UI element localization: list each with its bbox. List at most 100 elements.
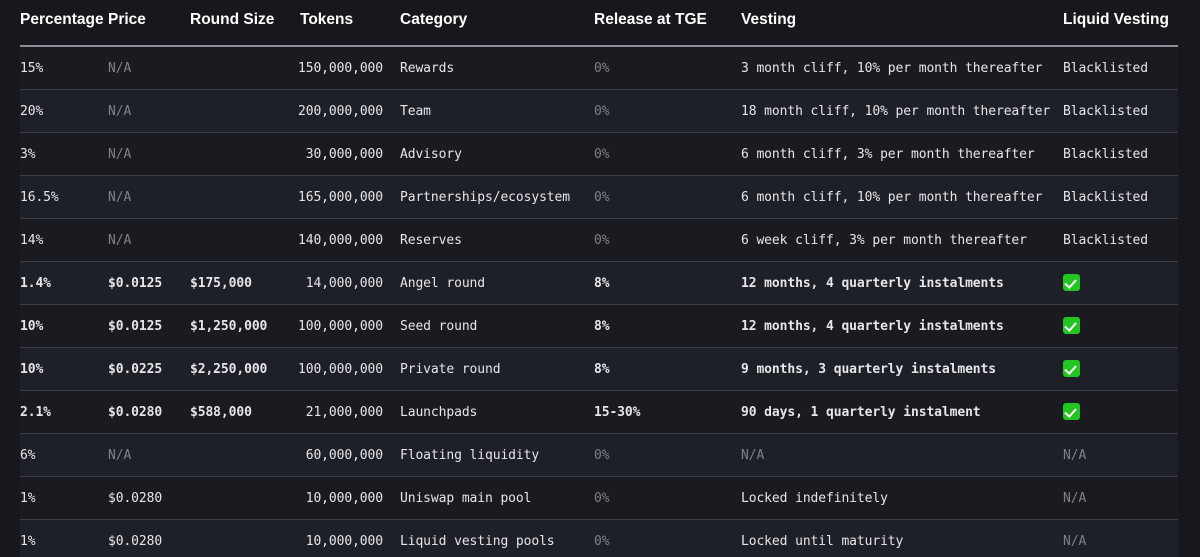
cell-release-at-tge: 8% [592,304,732,348]
cell-liquid-vesting: Blacklisted [1052,218,1178,262]
cell-release-at-tge: 0% [592,433,732,477]
cell-round-size: $1,250,000 [190,304,290,348]
column-header-category[interactable]: Category [400,0,592,47]
cell-category: Launchpads [400,390,592,434]
check-mark-icon [1063,274,1080,291]
column-header-liquid-vesting[interactable]: Liquid Vesting [1052,0,1178,47]
cell-release-at-tge: 0% [592,218,732,262]
cell-vesting: 90 days, 1 quarterly instalment [732,390,1052,434]
cell-vesting: 6 month cliff, 3% per month thereafter [732,132,1052,176]
cell-percentage: 1.4% [20,261,108,305]
cell-percentage: 15% [20,46,108,90]
table-row[interactable]: 1.4% $0.0125 $175,000 14,000,000 Angel round… [20,261,1178,305]
cell-percentage: 14% [20,218,108,262]
table-row[interactable]: 2.1% $0.0280 $588,000 21,000,000 Launchpads 1… [20,390,1178,434]
cell-tokens: 10,000,000 [290,519,400,557]
cell-category: Partnerships/ecosystem [400,175,592,219]
cell-liquid-vesting [1052,261,1178,305]
cell-price: $0.0280 [108,390,190,434]
cell-liquid-vesting: N/A [1052,433,1178,477]
cell-percentage: 16.5% [20,175,108,219]
cell-tokens: 10,000,000 [290,476,400,520]
cell-price: $0.0125 [108,261,190,305]
cell-percentage: 10% [20,347,108,391]
column-header-tokens[interactable]: Tokens [290,0,400,47]
cell-round-size [190,476,290,520]
cell-round-size: $2,250,000 [190,347,290,391]
tokenomics-table-container: Percentage Price Round Size Tokens Categ… [0,0,1200,557]
cell-tokens: 21,000,000 [290,390,400,434]
table-row[interactable]: 3% N/A 30,000,000 Advisory 0% 6 month cliff, … [20,132,1178,176]
cell-release-at-tge: 8% [592,261,732,305]
cell-release-at-tge: 0% [592,175,732,219]
cell-release-at-tge: 0% [592,46,732,90]
cell-percentage: 20% [20,89,108,133]
table-row[interactable]: 14% N/A 140,000,000 Reserves 0% 6 week cliff,… [20,218,1178,262]
cell-price: N/A [108,175,190,219]
cell-vesting: 9 months, 3 quarterly instalments [732,347,1052,391]
cell-price: N/A [108,218,190,262]
cell-category: Uniswap main pool [400,476,592,520]
cell-category: Advisory [400,132,592,176]
table-row[interactable]: 15% N/A 150,000,000 Rewards 0% 3 month cliff,… [20,46,1178,90]
cell-category: Angel round [400,261,592,305]
cell-price: $0.0125 [108,304,190,348]
cell-percentage: 3% [20,132,108,176]
cell-vesting: N/A [732,433,1052,477]
cell-tokens: 100,000,000 [290,347,400,391]
column-header-release-at-tge[interactable]: Release at TGE [592,0,732,47]
cell-vesting: Locked until maturity [732,519,1052,557]
cell-price: N/A [108,433,190,477]
cell-round-size: $588,000 [190,390,290,434]
table-row[interactable]: 10% $0.0225 $2,250,000 100,000,000 Private r… [20,347,1178,391]
table-row[interactable]: 10% $0.0125 $1,250,000 100,000,000 Seed roun… [20,304,1178,348]
cell-release-at-tge: 0% [592,89,732,133]
column-header-percentage[interactable]: Percentage [20,0,108,47]
cell-liquid-vesting: N/A [1052,519,1178,557]
check-mark-icon [1063,360,1080,377]
cell-liquid-vesting: Blacklisted [1052,132,1178,176]
column-header-vesting[interactable]: Vesting [732,0,1052,47]
table-body: 15% N/A 150,000,000 Rewards 0% 3 month cliff,… [20,46,1178,557]
table-row[interactable]: 1% $0.0280 10,000,000 Liquid vesting pools 0… [20,519,1178,557]
cell-price: $0.0280 [108,476,190,520]
cell-round-size [190,519,290,557]
cell-percentage: 1% [20,476,108,520]
cell-round-size [190,132,290,176]
table-row[interactable]: 20% N/A 200,000,000 Team 0% 18 month cliff, 1… [20,89,1178,133]
cell-liquid-vesting [1052,347,1178,391]
check-mark-icon [1063,403,1080,420]
cell-percentage: 1% [20,519,108,557]
cell-vesting: 12 months, 4 quarterly instalments [732,304,1052,348]
tokenomics-table: Percentage Price Round Size Tokens Categ… [20,0,1178,557]
cell-vesting: Locked indefinitely [732,476,1052,520]
cell-category: Private round [400,347,592,391]
table-row[interactable]: 1% $0.0280 10,000,000 Uniswap main pool 0% Lo… [20,476,1178,520]
cell-tokens: 30,000,000 [290,132,400,176]
cell-release-at-tge: 15-30% [592,390,732,434]
table-header-row: Percentage Price Round Size Tokens Categ… [20,0,1178,47]
check-mark-icon [1063,317,1080,334]
table-row[interactable]: 16.5% N/A 165,000,000 Partnerships/ecosyste… [20,175,1178,219]
cell-tokens: 165,000,000 [290,175,400,219]
cell-category: Reserves [400,218,592,262]
cell-price: N/A [108,132,190,176]
cell-vesting: 6 month cliff, 10% per month thereafter [732,175,1052,219]
table-header: Percentage Price Round Size Tokens Categ… [20,0,1178,47]
column-header-price[interactable]: Price [108,0,190,47]
cell-liquid-vesting: Blacklisted [1052,89,1178,133]
column-header-round-size[interactable]: Round Size [190,0,290,47]
cell-tokens: 100,000,000 [290,304,400,348]
cell-category: Seed round [400,304,592,348]
cell-percentage: 10% [20,304,108,348]
cell-tokens: 150,000,000 [290,46,400,90]
cell-price: N/A [108,89,190,133]
table-row[interactable]: 6% N/A 60,000,000 Floating liquidity 0% N/A N/… [20,433,1178,477]
cell-release-at-tge: 0% [592,132,732,176]
cell-release-at-tge: 0% [592,476,732,520]
cell-round-size: $175,000 [190,261,290,305]
cell-price: N/A [108,46,190,90]
cell-round-size [190,433,290,477]
cell-liquid-vesting: Blacklisted [1052,46,1178,90]
cell-price: $0.0280 [108,519,190,557]
